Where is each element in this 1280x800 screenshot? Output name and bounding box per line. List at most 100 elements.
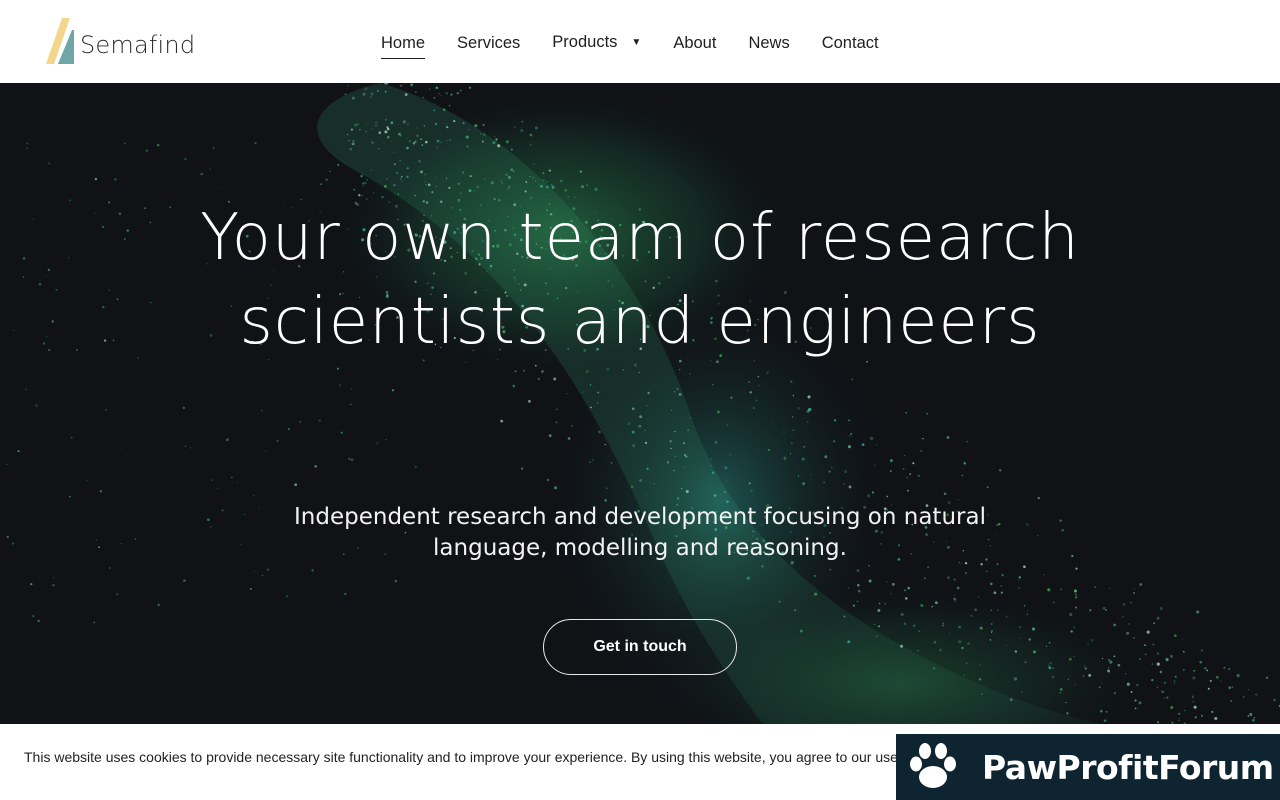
particle-dot bbox=[32, 614, 35, 618]
particle-dot bbox=[438, 93, 440, 95]
particle-dot bbox=[370, 169, 372, 171]
particle-dot bbox=[856, 583, 860, 587]
particle-dot bbox=[1178, 718, 1180, 720]
particle-dot bbox=[724, 466, 728, 470]
particle-dot bbox=[217, 186, 219, 188]
particle-dot bbox=[529, 175, 531, 178]
particle-dot bbox=[1230, 699, 1233, 702]
particle-dot bbox=[585, 370, 589, 373]
nav-news[interactable]: News bbox=[748, 31, 789, 55]
particle-dot bbox=[1236, 674, 1240, 678]
particle-dot bbox=[1193, 670, 1195, 672]
particle-dot bbox=[646, 467, 649, 470]
particle-dot bbox=[359, 128, 361, 131]
particle-dot bbox=[406, 146, 409, 150]
particle-dot bbox=[149, 221, 152, 224]
particle-dot bbox=[51, 320, 55, 323]
particle-dot bbox=[294, 483, 298, 487]
particle-dot bbox=[362, 173, 364, 175]
particle-dot bbox=[436, 139, 440, 143]
particle-dot bbox=[512, 384, 516, 388]
particle-dot bbox=[1207, 687, 1210, 690]
nav-home[interactable]: Home bbox=[381, 31, 426, 59]
particle-dot bbox=[967, 642, 970, 645]
particle-dot bbox=[1173, 682, 1176, 684]
particle-dot bbox=[337, 163, 340, 166]
particle-dot bbox=[1073, 655, 1075, 658]
particle-dot bbox=[1181, 638, 1183, 640]
particle-dot bbox=[1206, 669, 1209, 672]
particle-dot bbox=[402, 120, 406, 124]
particle-dot bbox=[1105, 710, 1108, 713]
hero-title: Your own team of research scientists and… bbox=[200, 201, 1080, 359]
particle-dot bbox=[1134, 707, 1137, 710]
particle-dot bbox=[26, 147, 29, 150]
particle-dot bbox=[644, 429, 646, 431]
nav-about[interactable]: About bbox=[673, 31, 716, 55]
particle-dot bbox=[425, 183, 427, 186]
particle-dot bbox=[1005, 644, 1007, 646]
particle-dot bbox=[114, 178, 117, 181]
particle-dot bbox=[1000, 585, 1002, 587]
nav-contact[interactable]: Contact bbox=[822, 31, 879, 55]
particle-dot bbox=[344, 93, 347, 96]
particle-dot bbox=[757, 384, 760, 387]
particle-dot bbox=[1213, 707, 1215, 709]
particle-dot bbox=[586, 184, 588, 186]
particle-dot bbox=[708, 486, 710, 489]
particle-dot bbox=[520, 129, 524, 132]
particle-dot bbox=[1194, 716, 1197, 719]
particle-dot bbox=[510, 148, 513, 151]
get-in-touch-button[interactable]: Get in touch bbox=[543, 619, 737, 675]
particle-dot bbox=[678, 368, 681, 371]
particle-dot bbox=[1045, 645, 1047, 647]
particle-dot bbox=[1018, 625, 1022, 629]
particle-dot bbox=[507, 188, 510, 190]
particle-dot bbox=[318, 419, 322, 422]
particle-dot bbox=[922, 437, 924, 440]
particle-dot bbox=[118, 212, 122, 216]
particle-dot bbox=[216, 487, 219, 490]
particle-dot bbox=[456, 92, 458, 95]
particle-dot bbox=[497, 144, 501, 148]
particle-dot bbox=[440, 141, 442, 143]
logo-link[interactable]: Semafind bbox=[44, 16, 195, 66]
particle-dot bbox=[423, 125, 425, 127]
particle-dot bbox=[137, 357, 139, 359]
particle-dot bbox=[390, 140, 393, 143]
particle-dot bbox=[1163, 697, 1166, 700]
particle-dot bbox=[481, 140, 484, 143]
particle-dot bbox=[53, 576, 55, 579]
particle-dot bbox=[445, 123, 447, 125]
particle-dot bbox=[35, 404, 38, 407]
particle-dot bbox=[1084, 667, 1087, 670]
particle-dot bbox=[953, 597, 957, 601]
particle-wave-background bbox=[0, 83, 1280, 800]
particle-dot bbox=[709, 465, 712, 467]
nav-services[interactable]: Services bbox=[457, 31, 520, 55]
particle-dot bbox=[394, 193, 397, 195]
particle-dot bbox=[917, 474, 920, 477]
particle-dot bbox=[434, 176, 436, 179]
particle-dot bbox=[989, 638, 992, 641]
particle-dot bbox=[340, 431, 343, 434]
particle-dot bbox=[69, 495, 71, 498]
particle-dot bbox=[670, 447, 672, 450]
particle-dot bbox=[790, 442, 793, 445]
particle-dot bbox=[365, 130, 367, 133]
particle-dot bbox=[891, 582, 895, 586]
particle-dot bbox=[1182, 650, 1185, 653]
particle-dot bbox=[749, 391, 752, 394]
particle-dot bbox=[889, 470, 892, 472]
particle-dot bbox=[1059, 692, 1061, 694]
nav-products[interactable]: Products ▼ bbox=[552, 30, 641, 55]
particle-dot bbox=[68, 257, 70, 259]
particle-dot bbox=[385, 439, 387, 441]
particle-dot bbox=[1132, 591, 1136, 595]
particle-dot bbox=[406, 167, 409, 170]
particle-dot bbox=[970, 614, 973, 618]
particle-dot bbox=[1061, 528, 1065, 532]
particle-dot bbox=[1024, 661, 1027, 664]
particle-dot bbox=[956, 586, 960, 590]
particle-dot bbox=[957, 498, 960, 501]
